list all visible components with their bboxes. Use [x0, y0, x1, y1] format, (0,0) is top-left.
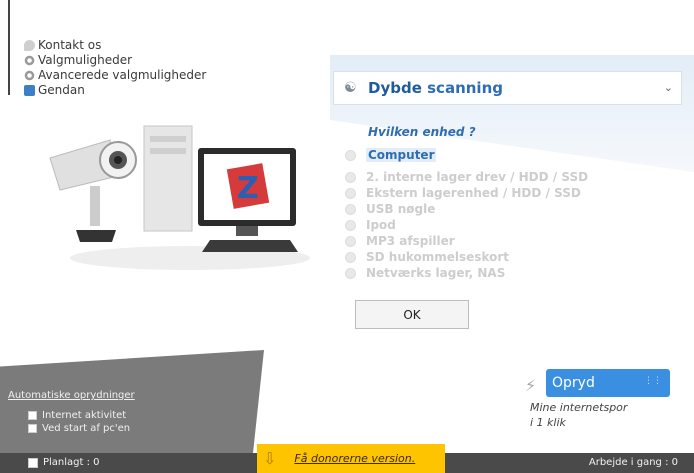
device-question: Hvilken enhed ? [368, 125, 476, 139]
device-label: SD hukommelseskort [366, 250, 510, 264]
device-list: Computer 2. interne lager drev / HDD / S… [345, 145, 588, 281]
scan-mode-word1: Dybde [368, 79, 422, 97]
scan-icon: ☯ [344, 80, 357, 96]
radio-icon[interactable] [345, 267, 356, 279]
scan-mode-label: Dybde scanning [368, 79, 503, 97]
clean-subtitle: Mine internetspor i 1 klik [530, 400, 627, 430]
lightning-icon: ⚡ [525, 376, 537, 395]
device-label: USB nøgle [366, 202, 436, 216]
device-option-computer[interactable]: Computer [345, 145, 588, 165]
gear-icon [24, 70, 35, 81]
menu-restore[interactable]: Gendan [24, 83, 206, 98]
planned-label: Planlagt : 0 [43, 457, 100, 468]
work-in-progress-status: Arbejde i gang : 0 [588, 457, 678, 468]
device-option-ipod[interactable]: Ipod [345, 217, 588, 233]
device-label: Computer [366, 148, 437, 162]
radio-icon[interactable] [345, 219, 356, 231]
device-label: Ekstern lagerenhed / HDD / SSD [366, 186, 581, 200]
device-label: Ipod [366, 218, 396, 232]
ok-button[interactable]: OK [355, 300, 469, 329]
device-option-internal-drive[interactable]: 2. interne lager drev / HDD / SSD [345, 169, 588, 185]
device-option-usb[interactable]: USB nøgle [345, 201, 588, 217]
menu-contact[interactable]: Kontakt os [24, 38, 206, 53]
monitor-icon: Z [198, 148, 298, 252]
device-label: MP3 afspiller [366, 234, 455, 248]
menu-advanced-label: Avancerede valgmuligheder [38, 68, 207, 82]
computer-tower-icon [143, 125, 193, 232]
camera-computer-illustration: Z [49, 125, 310, 270]
radio-icon[interactable] [345, 171, 356, 183]
top-menu: Kontakt os Valgmuligheder Avancerede val… [24, 38, 206, 98]
planned-status[interactable]: Planlagt : 0 [28, 457, 100, 468]
auto-option-label: Internet aktivitet [42, 410, 127, 421]
chat-icon [24, 40, 35, 51]
left-divider [8, 0, 10, 95]
clean-subtitle-line2: i 1 klik [530, 416, 566, 429]
device-label: 2. interne lager drev / HDD / SSD [366, 170, 589, 184]
device-label: Netværks lager, NAS [366, 266, 506, 280]
menu-contact-label: Kontakt os [38, 38, 102, 52]
security-camera-icon [49, 139, 137, 242]
device-option-external-drive[interactable]: Ekstern lagerenhed / HDD / SSD [345, 185, 588, 201]
checkbox[interactable] [28, 411, 37, 420]
checkbox[interactable] [28, 424, 37, 433]
menu-options-label: Valgmuligheder [38, 53, 133, 67]
auto-option-label: Ved start af pc'en [42, 423, 131, 434]
auto-option-startup[interactable]: Ved start af pc'en [28, 423, 130, 434]
radio-icon[interactable] [345, 251, 356, 263]
donor-link[interactable]: Få donorerne version. [294, 452, 415, 465]
restore-icon [24, 85, 35, 96]
radio-icon[interactable] [345, 235, 356, 247]
menu-restore-label: Gendan [38, 83, 85, 97]
donor-version-button[interactable]: ⇩ Få donorerne version. [257, 444, 445, 473]
arrow-down-icon: ⇩ [263, 449, 277, 468]
radio-icon[interactable] [345, 203, 356, 215]
device-option-mp3[interactable]: MP3 afspiller [345, 233, 588, 249]
clean-button-label: Opryd [552, 375, 595, 391]
chevron-down-icon: ⌄ [663, 81, 673, 94]
device-option-nas[interactable]: Netværks lager, NAS [345, 265, 588, 281]
svg-text:Z: Z [237, 171, 259, 206]
scan-mode-word2: scanning [427, 79, 503, 97]
auto-cleanup-link[interactable]: Automatiske oprydninger [8, 390, 135, 401]
radio-icon[interactable] [345, 187, 356, 199]
clean-button[interactable]: Opryd ⋮⋮ [546, 369, 670, 397]
scan-mode-dropdown[interactable]: ☯ Dybde scanning ⌄ [333, 71, 682, 105]
checkbox[interactable] [28, 457, 38, 468]
gear-icon [24, 55, 35, 66]
clean-subtitle-line1: Mine internetspor [530, 401, 628, 414]
device-option-sd-card[interactable]: SD hukommelseskort [345, 249, 588, 265]
auto-option-internet[interactable]: Internet aktivitet [28, 410, 126, 421]
app-window: Kontakt os Valgmuligheder Avancerede val… [0, 0, 694, 473]
radio-icon[interactable] [345, 149, 356, 161]
menu-advanced-options[interactable]: Avancerede valgmuligheder [24, 68, 206, 83]
auto-cleanup-panel [0, 350, 264, 453]
menu-options[interactable]: Valgmuligheder [24, 53, 206, 68]
grip-icon: ⋮⋮ [644, 376, 662, 386]
